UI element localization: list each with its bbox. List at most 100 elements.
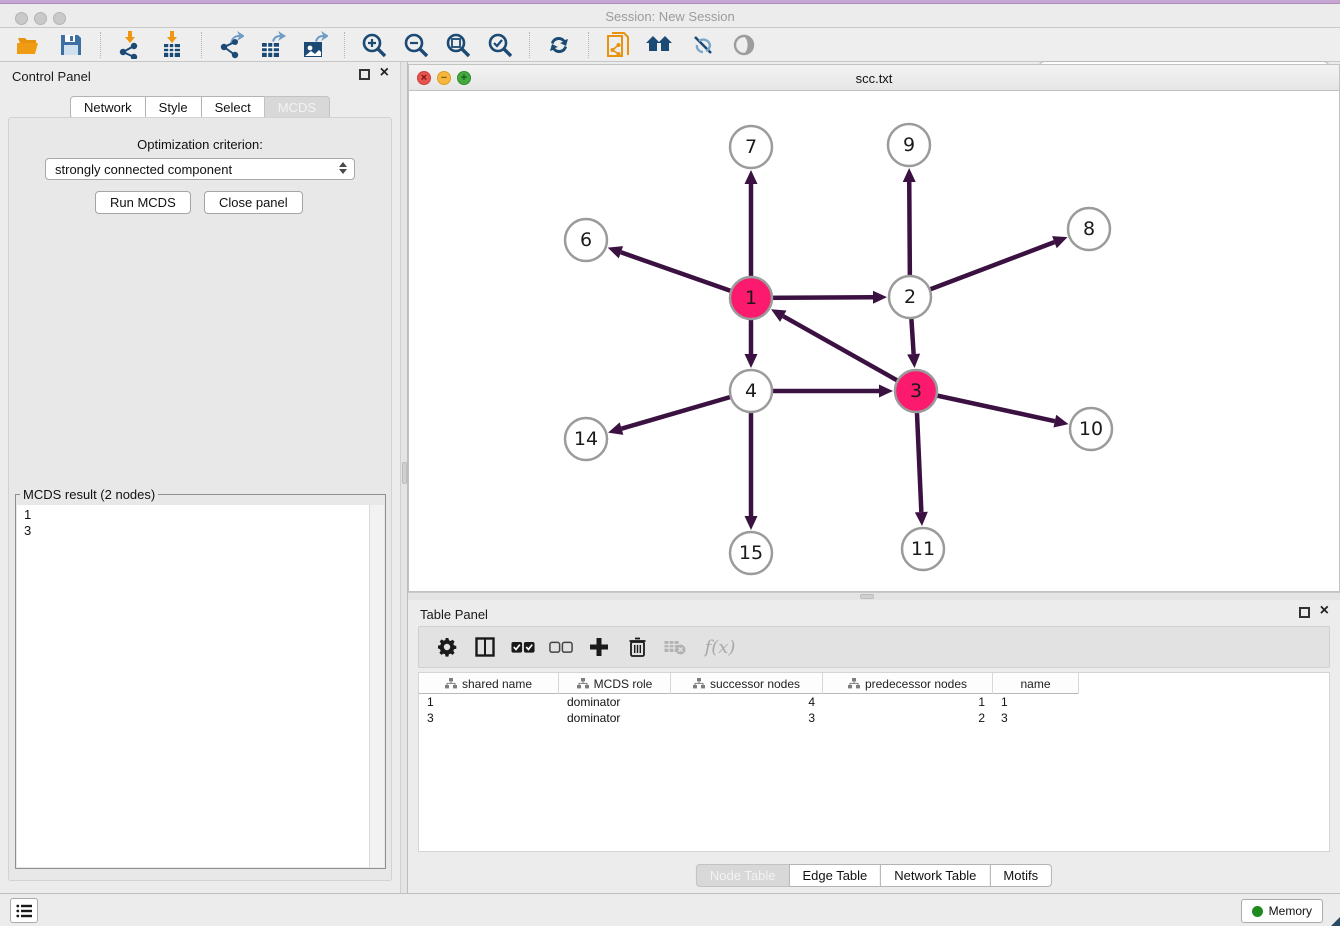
main-toolbar — [0, 28, 1340, 62]
toolbar-separator — [100, 32, 101, 58]
import-network-icon[interactable] — [115, 30, 145, 60]
delete-table-icon — [663, 635, 687, 659]
column-header-successor-nodes[interactable]: successor nodes — [671, 673, 823, 694]
tab-network-table[interactable]: Network Table — [880, 864, 990, 887]
create-column-plus-icon[interactable] — [587, 635, 611, 659]
select-all-columns-icon[interactable] — [511, 635, 535, 659]
node-label: 11 — [911, 538, 935, 560]
network-view-window: × − + scc.txt 1 2 3 4 6 7 8 9 10 11 14 15 — [408, 64, 1340, 592]
table-row[interactable]: 1 dominator 4 1 1 — [419, 694, 1329, 710]
float-window-icon[interactable] — [359, 69, 370, 80]
home-reset-view-icon[interactable] — [645, 30, 675, 60]
arrowhead-icon — [745, 516, 758, 530]
tree-flat-icon — [693, 678, 705, 689]
toolbar-separator — [344, 32, 345, 58]
export-table-icon[interactable] — [258, 30, 288, 60]
tab-select[interactable]: Select — [201, 96, 265, 119]
graph-node-2[interactable]: 2 — [889, 276, 931, 318]
export-network-icon[interactable] — [216, 30, 246, 60]
delete-column-trash-icon[interactable] — [625, 635, 649, 659]
node-label: 6 — [580, 229, 592, 251]
close-icon[interactable]: × — [380, 64, 389, 82]
graph-node-3[interactable]: 3 — [895, 370, 937, 412]
import-table-icon[interactable] — [157, 30, 187, 60]
graph-edge-3-1[interactable] — [771, 309, 916, 391]
column-header-predecessor-nodes[interactable]: predecessor nodes — [823, 673, 993, 694]
close-icon[interactable]: × — [1320, 602, 1329, 620]
graph-node-8[interactable]: 8 — [1068, 208, 1110, 250]
memory-button[interactable]: Memory — [1241, 899, 1323, 923]
zoom-in-icon[interactable] — [359, 30, 389, 60]
save-session-icon[interactable] — [56, 30, 86, 60]
graph-node-15[interactable]: 15 — [730, 532, 772, 574]
zoom-out-icon[interactable] — [401, 30, 431, 60]
network-window-titlebar[interactable]: × − + scc.txt — [409, 65, 1339, 91]
graph-node-10[interactable]: 10 — [1070, 408, 1112, 450]
graph-node-1[interactable]: 1 — [730, 277, 772, 319]
refresh-layout-icon[interactable] — [544, 30, 574, 60]
criterion-dropdown[interactable]: strongly connected component — [45, 158, 355, 180]
result-scrollbar[interactable] — [370, 505, 384, 867]
node-label: 3 — [910, 380, 922, 402]
column-header-name[interactable]: name — [993, 673, 1079, 694]
node-label: 8 — [1083, 218, 1095, 240]
zoom-selected-icon[interactable] — [485, 30, 515, 60]
table-settings-gear-icon[interactable] — [435, 635, 459, 659]
resize-grip[interactable] — [1331, 917, 1340, 926]
function-builder-icon: f(x) — [701, 635, 739, 659]
vertical-splitter[interactable] — [400, 62, 408, 893]
graph-node-7[interactable]: 7 — [730, 126, 772, 168]
cell-predecessor-nodes: 1 — [823, 694, 993, 710]
mcds-panel: Optimization criterion: strongly connect… — [8, 117, 392, 881]
splitter-grip[interactable] — [402, 462, 407, 484]
hide-glasses-icon[interactable] — [687, 30, 717, 60]
graph-node-11[interactable]: 11 — [902, 528, 944, 570]
node-label: 1 — [745, 287, 757, 309]
mcds-result-box: MCDS result (2 nodes) 1 3 — [15, 487, 386, 869]
control-panel-tabstrip: Network Style Select MCDS — [70, 96, 330, 119]
tab-motifs[interactable]: Motifs — [989, 864, 1052, 887]
table-panel-header: Table Panel × — [408, 600, 1340, 628]
table-toolbar: f(x) — [418, 626, 1330, 668]
tree-flat-icon — [445, 678, 457, 689]
graph-node-4[interactable]: 4 — [730, 370, 772, 412]
table-row[interactable]: 3 dominator 3 2 3 — [419, 710, 1329, 726]
export-image-icon[interactable] — [300, 30, 330, 60]
close-panel-button[interactable]: Close panel — [204, 191, 303, 214]
column-header-shared-name[interactable]: shared name — [419, 673, 559, 694]
horizontal-splitter[interactable] — [408, 592, 1340, 600]
mcds-result-line: 1 — [24, 507, 369, 523]
graph-edge-3-10[interactable] — [916, 391, 1069, 428]
run-mcds-button[interactable]: Run MCDS — [95, 191, 191, 214]
task-history-button[interactable] — [10, 898, 38, 923]
tab-network[interactable]: Network — [70, 96, 146, 119]
tab-node-table[interactable]: Node Table — [696, 864, 790, 887]
graph-edge-2-8[interactable] — [910, 236, 1067, 297]
graph-node-14[interactable]: 14 — [565, 418, 607, 460]
tab-edge-table[interactable]: Edge Table — [788, 864, 881, 887]
graph-node-6[interactable]: 6 — [565, 219, 607, 261]
graph-edge-1-6[interactable] — [608, 246, 751, 298]
splitter-grip[interactable] — [860, 594, 874, 599]
float-window-icon[interactable] — [1299, 607, 1310, 618]
node-label: 4 — [745, 380, 757, 402]
column-header-mcds-role[interactable]: MCDS role — [559, 673, 671, 694]
network-canvas[interactable]: 1 2 3 4 6 7 8 9 10 11 14 15 — [409, 91, 1339, 587]
zoom-fit-icon[interactable] — [443, 30, 473, 60]
cell-shared-name: 3 — [419, 710, 559, 726]
open-session-icon[interactable] — [14, 30, 44, 60]
unselect-all-columns-icon[interactable] — [549, 635, 573, 659]
tab-mcds[interactable]: MCDS — [264, 96, 330, 119]
status-bar: Memory — [0, 893, 1340, 926]
graph-edge-4-14[interactable] — [608, 391, 751, 435]
toolbar-separator — [201, 32, 202, 58]
graph-node-9[interactable]: 9 — [888, 124, 930, 166]
tab-style[interactable]: Style — [145, 96, 202, 119]
control-panel: Control Panel × Network Style Select MCD… — [0, 62, 400, 893]
clone-network-icon[interactable] — [603, 30, 633, 60]
show-eye-icon[interactable] — [729, 30, 759, 60]
show-columns-icon[interactable] — [473, 635, 497, 659]
mcds-result-list[interactable]: 1 3 — [17, 505, 370, 867]
node-table: shared name MCDS role successor nodes pr… — [418, 672, 1330, 852]
arrowhead-icon — [879, 385, 893, 398]
